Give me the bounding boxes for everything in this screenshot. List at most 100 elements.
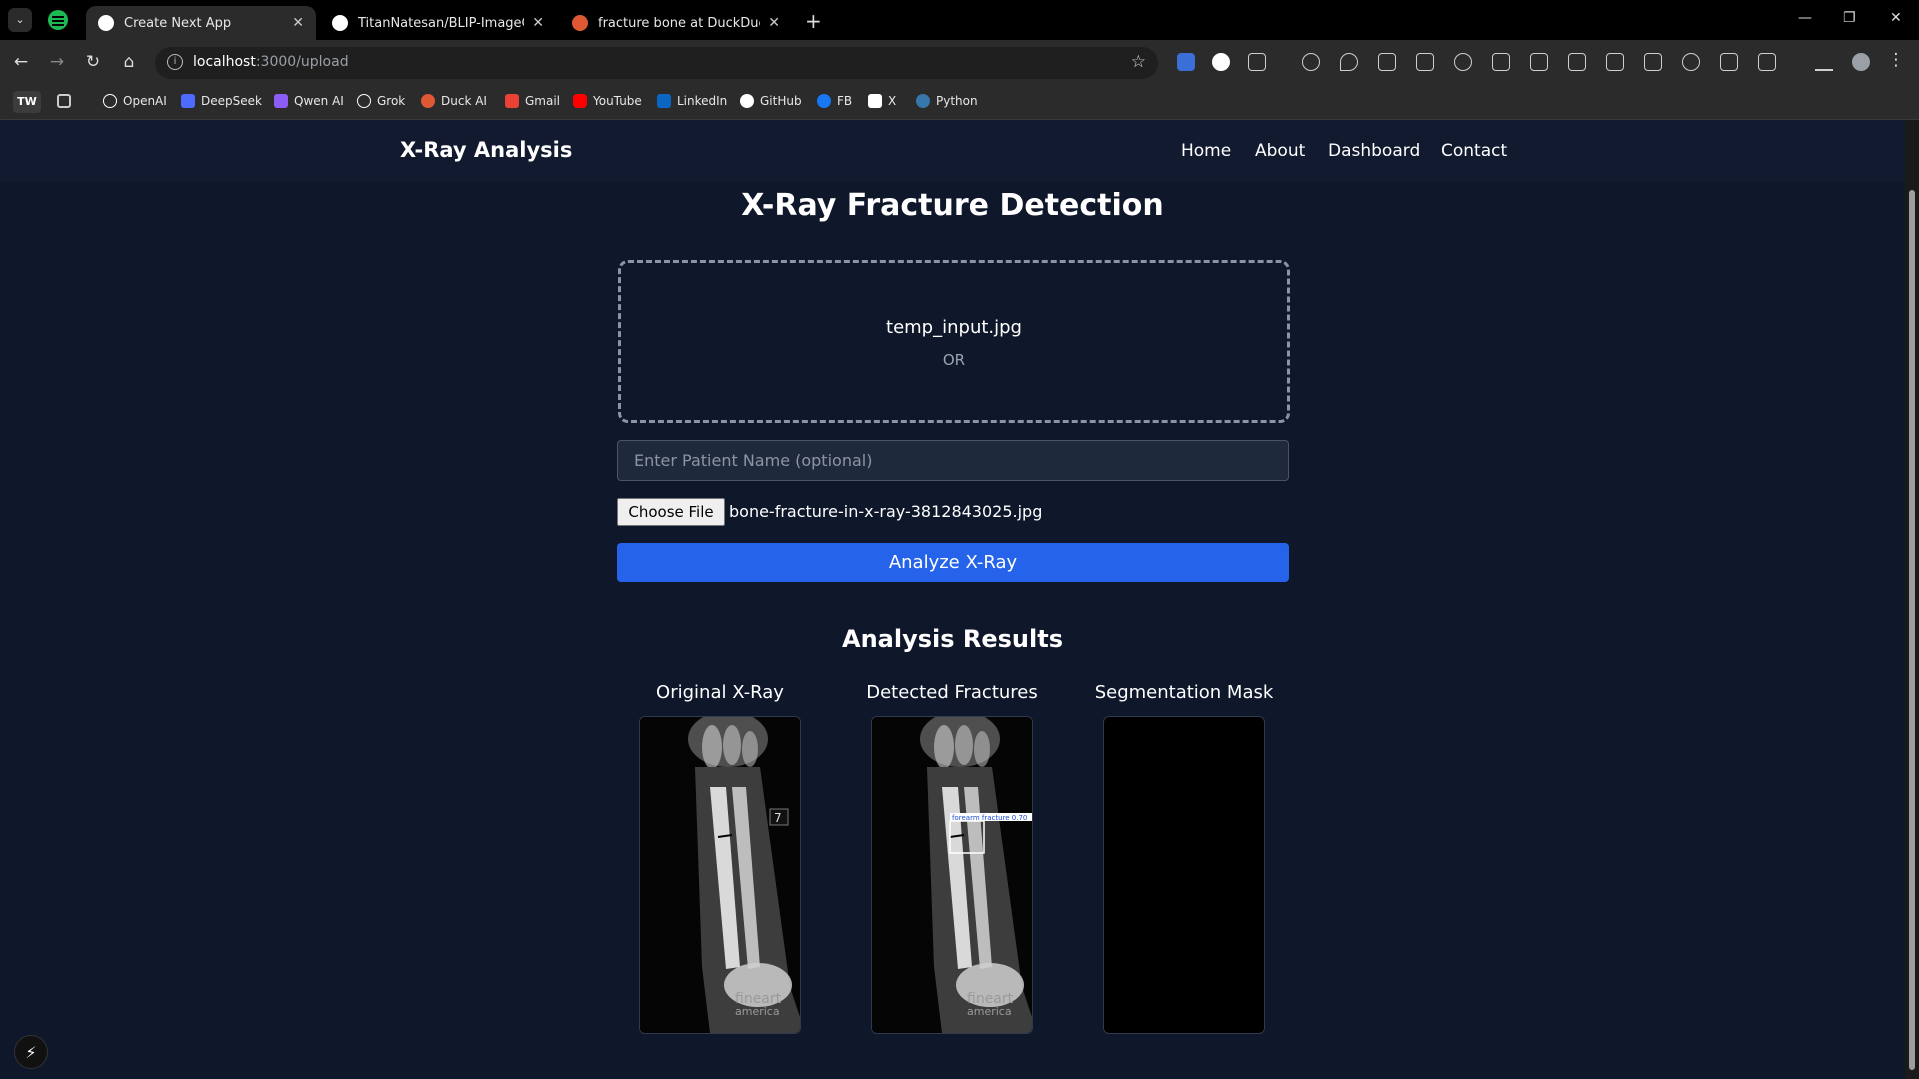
extensions-puzzle-icon[interactable]	[1248, 53, 1266, 71]
download-icon[interactable]	[1815, 53, 1833, 71]
grok-icon	[357, 94, 371, 108]
nav-link-home[interactable]: Home	[1181, 141, 1231, 161]
minimize-icon[interactable]: —	[1798, 10, 1812, 26]
site-info-icon[interactable]: i	[167, 54, 183, 70]
address-bar[interactable]: i localhost:3000/upload ☆	[155, 47, 1158, 79]
bookmark-label: YouTube	[593, 94, 642, 108]
watermark-text: america	[967, 1005, 1012, 1018]
detected-fractures-image: forearm fracture 0.70 fineart america	[871, 716, 1033, 1034]
nav-link-dashboard[interactable]: Dashboard	[1328, 141, 1420, 161]
bookmark-gmail[interactable]: Gmail	[505, 94, 560, 108]
nav-link-contact[interactable]: Contact	[1441, 141, 1507, 161]
analyze-xray-button[interactable]: Analyze X-Ray	[617, 543, 1289, 582]
tw-badge[interactable]: TW	[13, 91, 41, 113]
site-navbar: X-Ray Analysis Home About Dashboard Cont…	[0, 120, 1905, 182]
bookmark-label: OpenAI	[123, 94, 167, 108]
github-icon	[740, 94, 754, 108]
password-key-icon[interactable]	[1302, 53, 1320, 71]
restore-icon[interactable]: ❐	[1843, 10, 1856, 26]
new-tab-plus-icon[interactable]: +	[805, 9, 822, 33]
reload-icon[interactable]: ↻	[82, 52, 104, 72]
copy-link-icon[interactable]	[1682, 53, 1700, 71]
bookmark-label: Python	[936, 94, 978, 108]
close-tab-icon[interactable]: ✕	[292, 15, 304, 31]
bookmark-label: Gmail	[525, 94, 561, 108]
python-icon	[916, 94, 930, 108]
browser-toolbar: ← → ↻ ⌂ i localhost:3000/upload ☆ ⋮	[0, 40, 1919, 86]
scrollbar-thumb[interactable]	[1909, 190, 1915, 1070]
location-pin-icon[interactable]	[1340, 53, 1358, 71]
home-icon[interactable]: ⌂	[118, 52, 140, 72]
bookmark-label: X	[888, 94, 897, 108]
bookmark-star-icon[interactable]: ☆	[1131, 52, 1146, 72]
profile-avatar[interactable]	[1852, 53, 1870, 71]
qr-code-icon[interactable]	[1606, 53, 1624, 71]
page-title: X-Ray Fracture Detection	[741, 188, 1164, 223]
bookmark-label: GitHub	[760, 94, 802, 108]
bookmark-linkedin[interactable]: LinkedIn	[657, 94, 727, 108]
bookmark-fb[interactable]: FB	[817, 94, 852, 108]
n-extension-icon[interactable]	[1212, 53, 1230, 71]
delete-icon[interactable]	[1492, 53, 1510, 71]
x-logo-icon	[868, 94, 882, 108]
close-tab-icon[interactable]: ✕	[768, 15, 780, 31]
bookmark-openai[interactable]: OpenAI	[103, 94, 167, 108]
nav-link-about[interactable]: About	[1255, 141, 1305, 161]
tab-duckduckgo[interactable]: fracture bone at DuckDuckGo ✕	[560, 6, 792, 40]
translate-extension-icon[interactable]	[1177, 53, 1195, 71]
bookmark-label: Duck AI	[441, 94, 487, 108]
close-window-icon[interactable]: ✕	[1890, 10, 1902, 26]
bookmark-label: Grok	[377, 94, 406, 108]
upload-dropzone[interactable]: temp_input.jpg OR	[618, 260, 1290, 423]
page-content: X-Ray Analysis Home About Dashboard Cont…	[0, 120, 1919, 1079]
detected-fractures-title: Detected Fractures	[866, 682, 1038, 703]
url-path: :3000/upload	[255, 54, 349, 70]
page-scrollbar[interactable]	[1905, 120, 1919, 1079]
forward-arrow-icon[interactable]: →	[46, 52, 68, 72]
bookmark-label: DeepSeek	[201, 94, 262, 108]
print-icon[interactable]	[1530, 53, 1548, 71]
bookmark-deepseek[interactable]: DeepSeek	[181, 94, 262, 108]
browser-tabstrip: ⌄ Create Next App ✕ TitanNatesan/BLIP-Im…	[0, 0, 1919, 40]
linkedin-icon	[657, 94, 671, 108]
bookmark-youtube[interactable]: YouTube	[573, 94, 642, 108]
tab-create-next-app[interactable]: Create Next App ✕	[86, 6, 316, 40]
back-arrow-icon[interactable]: ←	[10, 52, 32, 72]
dropzone-filename: temp_input.jpg	[886, 317, 1022, 338]
patient-name-input[interactable]	[617, 440, 1289, 481]
tab-github-blip[interactable]: TitanNatesan/BLIP-ImageCaptio ✕	[320, 6, 556, 40]
nextjs-dev-tools-bolt-icon[interactable]: ⚡	[14, 1035, 48, 1069]
tab-label: fracture bone at DuckDuckGo	[598, 15, 760, 31]
apps-grid-icon[interactable]	[57, 94, 77, 108]
favorites-star-icon[interactable]	[1378, 53, 1396, 71]
history-icon[interactable]	[1454, 53, 1472, 71]
deepseek-icon	[181, 94, 195, 108]
spotify-pinned-tab-icon[interactable]	[48, 10, 68, 30]
svg-text:7: 7	[774, 811, 782, 825]
dropzone-or-label: OR	[942, 351, 966, 369]
bookmark-label: LinkedIn	[677, 94, 728, 108]
watermark-text: america	[735, 1005, 780, 1018]
bookmark-qwen[interactable]: Qwen AI	[274, 94, 344, 108]
view-source-code-icon[interactable]	[1758, 53, 1776, 71]
github-favicon-icon	[332, 15, 348, 31]
device-emulation-icon[interactable]	[1720, 53, 1738, 71]
reader-mode-icon[interactable]	[1644, 53, 1662, 71]
bookmark-github[interactable]: GitHub	[740, 94, 802, 108]
bookmark-x[interactable]: X	[868, 94, 896, 108]
choose-file-button[interactable]: Choose File	[617, 498, 725, 526]
tab-search-chevron-icon[interactable]: ⌄	[8, 8, 32, 32]
bookmark-python[interactable]: Python	[916, 94, 978, 108]
duck-ai-icon	[421, 94, 435, 108]
original-xray-image: 7 fineart america	[639, 716, 801, 1034]
close-tab-icon[interactable]: ✕	[532, 15, 544, 31]
translate-page-icon[interactable]	[1568, 53, 1586, 71]
reading-list-icon[interactable]	[1416, 53, 1434, 71]
bookmark-duck-ai[interactable]: Duck AI	[421, 94, 487, 108]
results-title: Analysis Results	[842, 625, 1063, 653]
bookmark-grok[interactable]: Grok	[357, 94, 405, 108]
brand-logo[interactable]: X-Ray Analysis	[400, 138, 572, 162]
browser-menu-icon[interactable]: ⋮	[1885, 50, 1907, 70]
openai-icon	[103, 94, 117, 108]
url-host: localhost	[193, 54, 256, 70]
